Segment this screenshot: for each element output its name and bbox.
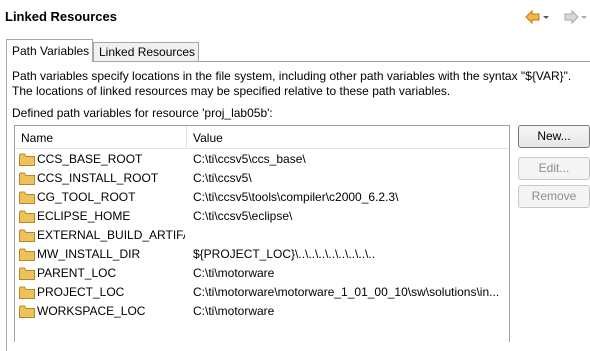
row-name: EXTERNAL_BUILD_ARTIFA... bbox=[37, 228, 185, 242]
table-row[interactable]: PROJECT_LOC C:\ti\motorware\motorware_1_… bbox=[15, 283, 509, 302]
tab-linked-resources[interactable]: Linked Resources bbox=[93, 42, 199, 62]
folder-icon bbox=[19, 172, 35, 185]
table-row[interactable]: PARENT_LOC C:\ti\motorware bbox=[15, 264, 509, 283]
folder-icon bbox=[19, 229, 35, 242]
table-row[interactable]: WORKSPACE_LOC C:\ti\motorware bbox=[15, 302, 509, 321]
row-name: ECLIPSE_HOME bbox=[37, 209, 131, 223]
arrow-right-icon bbox=[564, 9, 579, 25]
path-variables-table[interactable]: Name Value CCS_BASE_ROOT C:\ti\ccsv5\ccs… bbox=[14, 125, 510, 342]
chevron-down-icon bbox=[543, 16, 549, 19]
forward-dropdown-button[interactable] bbox=[580, 9, 588, 25]
row-value: C:\ti\motorware bbox=[193, 266, 275, 280]
column-header-value[interactable]: Value bbox=[193, 131, 223, 145]
forward-button[interactable] bbox=[562, 9, 580, 25]
row-value: C:\ti\ccsv5\tools\compiler\c2000_6.2.3\ bbox=[193, 190, 399, 204]
remove-button[interactable]: Remove bbox=[518, 185, 590, 208]
row-value: C:\ti\ccsv5\ccs_base\ bbox=[193, 152, 306, 166]
row-name: CCS_BASE_ROOT bbox=[37, 152, 143, 166]
row-name: WORKSPACE_LOC bbox=[37, 304, 146, 318]
table-row[interactable]: EXTERNAL_BUILD_ARTIFA... bbox=[15, 226, 509, 245]
description: Path variables specify locations in the … bbox=[12, 69, 571, 99]
table-row[interactable]: CG_TOOL_ROOT C:\ti\ccsv5\tools\compiler\… bbox=[15, 188, 509, 207]
row-name: PARENT_LOC bbox=[37, 266, 117, 280]
folder-icon bbox=[19, 210, 35, 223]
description-line-1: Path variables specify locations in the … bbox=[12, 69, 572, 83]
row-value: C:\ti\motorware bbox=[193, 304, 275, 318]
back-button[interactable] bbox=[524, 9, 542, 25]
edit-button[interactable]: Edit... bbox=[518, 157, 590, 180]
folder-icon bbox=[19, 286, 35, 299]
row-name: PROJECT_LOC bbox=[37, 285, 125, 299]
folder-icon bbox=[19, 153, 35, 166]
row-name: CG_TOOL_ROOT bbox=[37, 190, 136, 204]
table-row[interactable]: CCS_BASE_ROOT C:\ti\ccsv5\ccs_base\ bbox=[15, 150, 509, 169]
table-row[interactable]: MW_INSTALL_DIR ${PROJECT_LOC}\..\..\..\.… bbox=[15, 245, 509, 264]
column-divider[interactable] bbox=[186, 126, 187, 149]
folder-icon bbox=[19, 267, 35, 280]
row-name: MW_INSTALL_DIR bbox=[37, 247, 141, 261]
folder-icon bbox=[19, 305, 35, 318]
tab-path-variables[interactable]: Path Variables bbox=[6, 39, 93, 62]
row-value: C:\ti\ccsv5\eclipse\ bbox=[193, 209, 293, 223]
page-title: Linked Resources bbox=[5, 9, 117, 24]
chevron-down-icon bbox=[581, 16, 587, 19]
row-value: C:\ti\motorware\motorware_1_01_00_10\sw\… bbox=[193, 285, 500, 299]
description-line-2: The locations of linked resources may be… bbox=[12, 84, 451, 98]
header: Linked Resources bbox=[0, 0, 590, 34]
column-header-name[interactable]: Name bbox=[21, 131, 53, 145]
back-dropdown-button[interactable] bbox=[542, 9, 550, 25]
row-value: C:\ti\ccsv5\ bbox=[193, 171, 252, 185]
folder-icon bbox=[19, 191, 35, 204]
defined-variables-label: Defined path variables for resource 'pro… bbox=[12, 106, 273, 120]
arrow-left-icon bbox=[525, 9, 540, 25]
folder-icon bbox=[19, 248, 35, 261]
row-value: ${PROJECT_LOC}\..\..\..\..\..\..\..\.. bbox=[193, 247, 376, 261]
row-name: CCS_INSTALL_ROOT bbox=[37, 171, 159, 185]
table-row[interactable]: ECLIPSE_HOME C:\ti\ccsv5\eclipse\ bbox=[15, 207, 509, 226]
table-header: Name Value bbox=[15, 126, 509, 149]
table-row[interactable]: CCS_INSTALL_ROOT C:\ti\ccsv5\ bbox=[15, 169, 509, 188]
new-button[interactable]: New... bbox=[518, 125, 590, 148]
